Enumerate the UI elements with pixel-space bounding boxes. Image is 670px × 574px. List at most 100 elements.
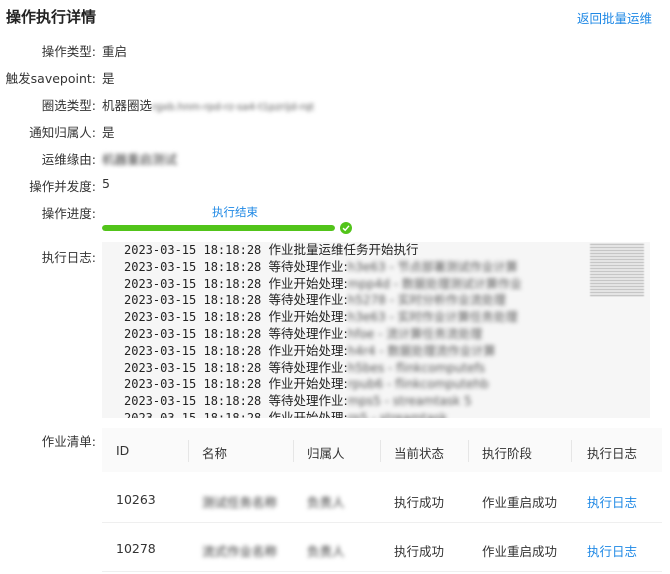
log-line: 2023-03-15 18:18:28 等待处理作业:mps5 - stream… <box>124 393 522 410</box>
log-timestamp: 2023-03-15 18:18:28 <box>124 326 262 341</box>
concurrency-value: 5 <box>102 176 110 191</box>
log-message: 等待处理作业: <box>268 359 348 375</box>
log-line: 2023-03-15 18:18:28 等待处理作业:hfoe - 流计算任务流… <box>124 326 522 343</box>
log-timestamp: 2023-03-15 18:18:28 <box>124 377 262 392</box>
log-timestamp: 2023-03-15 18:18:28 <box>124 410 262 418</box>
notify-owner-value: 是 <box>102 125 115 140</box>
col-divider <box>571 440 572 462</box>
log-line: 2023-03-15 18:18:28 等待处理作业:h5bes - flink… <box>124 360 522 377</box>
back-to-batch-ops-link[interactable]: 返回批量运维 <box>577 8 652 27</box>
jobs-table: ID 名称 归属人 当前状态 执行阶段 执行日志 10263 测试任务名称 负责… <box>102 428 662 574</box>
scope-type-text: 机器圈选 <box>102 98 153 113</box>
col-header-name: 名称 <box>202 446 228 461</box>
log-timestamp: 2023-03-15 18:18:28 <box>124 293 262 308</box>
log-message: 作业开始处理: <box>268 342 348 358</box>
progress-status-text: 执行结束 <box>212 205 258 219</box>
progress-label: 操作进度: <box>41 206 96 221</box>
op-type-label: 操作类型: <box>41 44 96 59</box>
log-message: 等待处理作业: <box>268 393 348 409</box>
log-timestamp: 2023-03-15 18:18:28 <box>124 394 262 409</box>
table-row: 10278 流式作业名称 负责人 执行成功 作业重启成功 执行日志 <box>102 523 662 572</box>
col-header-status: 当前状态 <box>394 446 445 461</box>
log-message: 作业开始处理: <box>268 309 348 325</box>
log-message: 作业批量运维任务开始执行 <box>268 242 419 257</box>
concurrency-label: 操作并发度: <box>29 179 96 194</box>
log-message: 作业开始处理: <box>268 409 348 418</box>
log-message: 等待处理作业: <box>268 325 348 341</box>
job-status: 执行成功 <box>394 544 445 559</box>
progress-bar: 执行结束 <box>102 204 362 236</box>
log-timestamp: 2023-03-15 18:18:28 <box>124 243 262 257</box>
detail-row-concurrency: 操作并发度: 5 <box>0 173 670 195</box>
progress-track <box>102 225 335 231</box>
ops-reason-label: 运维缘由: <box>41 152 96 167</box>
job-stage: 作业重启成功 <box>482 495 558 510</box>
job-log-link[interactable]: 执行日志 <box>587 541 637 560</box>
job-owner: 负责人 <box>307 544 345 559</box>
log-detail-obscured: h3e63 - 实时作业计算任务处理 <box>347 310 518 325</box>
job-status: 执行成功 <box>394 495 445 510</box>
log-detail-obscured: h4r4 - 数据处理流作业计算 <box>347 343 496 358</box>
op-type-value: 重启 <box>102 44 128 59</box>
log-minimap[interactable] <box>590 244 644 296</box>
detail-row-savepoint: 触发savepoint: 是 <box>0 65 670 87</box>
check-circle-icon <box>340 222 352 234</box>
job-id: 10263 <box>116 492 156 507</box>
log-detail-obscured: hfoe - 流计算任务流处理 <box>347 326 483 341</box>
col-divider <box>293 440 294 462</box>
execution-log-panel[interactable]: 2023-03-15 18:18:28 作业批量运维任务开始执行 2023-03-… <box>102 242 650 418</box>
log-lines: 2023-03-15 18:18:28 作业批量运维任务开始执行 2023-03-… <box>124 242 522 418</box>
jobs-label: 作业清单: <box>41 434 96 449</box>
log-line: 2023-03-15 18:18:28 作业开始处理:rpub6 - flink… <box>124 376 522 393</box>
scope-type-value: 机器圈选rgxb.hnm-rpd-rz-sa4-t1pzrijd-rqt <box>102 95 314 114</box>
log-line: 2023-03-15 18:18:28 作业开始处理:mpp4d - 数据处理测… <box>124 276 522 293</box>
table-row: 10263 测试任务名称 负责人 执行成功 作业重启成功 执行日志 <box>102 474 662 523</box>
job-name: 流式作业名称 <box>202 544 278 559</box>
col-header-id: ID <box>116 443 130 458</box>
job-id: 10278 <box>116 541 156 556</box>
log-message: 作业开始处理: <box>268 376 348 392</box>
job-name: 测试任务名称 <box>202 495 278 510</box>
log-line: 2023-03-15 18:18:28 等待处理作业:h5278 - 实时分析作… <box>124 292 522 309</box>
log-detail-obscured: rpub6 - flinkcomputehb <box>347 377 489 392</box>
log-message: 等待处理作业: <box>268 258 348 274</box>
page-title: 操作执行详情 <box>6 8 97 26</box>
log-line: 2023-03-15 18:18:28 等待处理作业:h3e63 - 节点部署测… <box>124 259 522 276</box>
log-timestamp: 2023-03-15 18:18:28 <box>124 276 262 291</box>
ops-reason-value: 机器重启测试 <box>102 152 178 167</box>
col-header-stage: 执行阶段 <box>482 446 533 461</box>
log-message: 等待处理作业: <box>268 292 348 308</box>
jobs-table-header: ID 名称 归属人 当前状态 执行阶段 执行日志 <box>102 428 662 472</box>
log-line: 2023-03-15 18:18:28 作业开始处理:rp5 - streamt… <box>124 410 522 418</box>
detail-row-notify: 通知归属人: 是 <box>0 119 670 141</box>
log-line: 2023-03-15 18:18:28 作业开始处理:h3e63 - 实时作业计… <box>124 309 522 326</box>
savepoint-value: 是 <box>102 71 115 86</box>
log-detail-obscured: rp5 - streamtask <box>347 410 448 418</box>
job-stage: 作业重启成功 <box>482 544 558 559</box>
col-divider <box>468 440 469 462</box>
log-timestamp: 2023-03-15 18:18:28 <box>124 360 262 375</box>
scope-type-label: 圈选类型: <box>41 98 96 113</box>
log-detail-obscured: mpp4d - 数据处理测试计算作业 <box>347 276 522 291</box>
log-detail-obscured: mps5 - streamtask 5 <box>347 394 472 409</box>
col-divider <box>380 440 381 462</box>
log-label: 执行日志: <box>41 250 96 265</box>
log-detail-obscured: h5278 - 实时分析作业流处理 <box>347 293 506 308</box>
job-log-link[interactable]: 执行日志 <box>587 492 637 511</box>
log-timestamp: 2023-03-15 18:18:28 <box>124 259 262 274</box>
log-detail-obscured: h3e63 - 节点部署测试作业计算 <box>347 259 518 274</box>
detail-row-op-type: 操作类型: 重启 <box>0 38 670 60</box>
scope-target-obscured: rgxb.hnm-rpd-rz-sa4-t1pzrijd-rqt <box>152 102 315 113</box>
log-line: 2023-03-15 18:18:28 作业批量运维任务开始执行 <box>124 242 522 259</box>
detail-row-reason: 运维缘由: 机器重启测试 <box>0 146 670 168</box>
col-divider <box>188 440 189 462</box>
log-message: 作业开始处理: <box>268 275 348 291</box>
notify-owner-label: 通知归属人: <box>29 125 96 140</box>
log-timestamp: 2023-03-15 18:18:28 <box>124 343 262 358</box>
page-header: 操作执行详情 返回批量运维 <box>0 0 670 34</box>
savepoint-label: 触发savepoint: <box>5 71 96 86</box>
detail-row-scope: 圈选类型: 机器圈选rgxb.hnm-rpd-rz-sa4-t1pzrijd-r… <box>0 92 670 114</box>
log-detail-obscured: h5bes - flinkcomputefs <box>347 360 486 375</box>
col-header-owner: 归属人 <box>307 446 345 461</box>
log-timestamp: 2023-03-15 18:18:28 <box>124 310 262 325</box>
